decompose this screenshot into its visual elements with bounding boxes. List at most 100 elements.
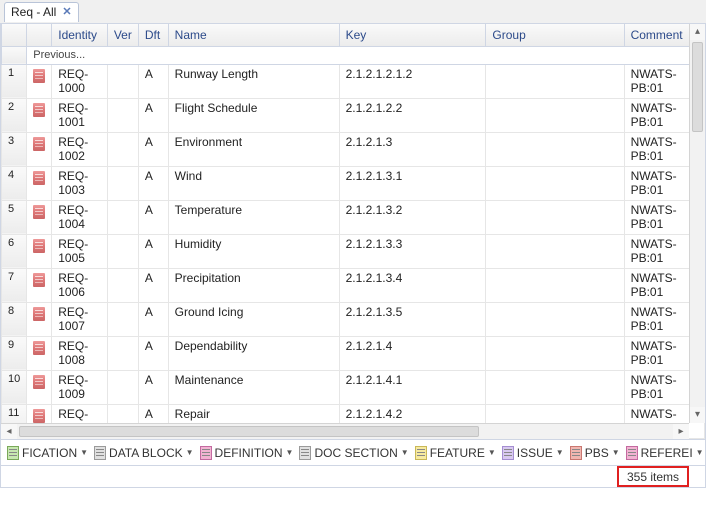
toolbar-doc-section[interactable]: DOC SECTION▼ [297, 446, 410, 460]
cell-ver [107, 302, 138, 336]
table-row[interactable]: 7REQ-1006APrecipitation2.1.2.1.3.4NWATS-… [2, 268, 705, 302]
chevron-down-icon[interactable]: ▼ [556, 448, 564, 457]
page-icon [299, 446, 311, 460]
row-icon-cell [27, 200, 52, 234]
col-name[interactable]: Name [168, 24, 339, 46]
document-icon [33, 409, 45, 423]
cell-key: 2.1.2.1.3.4 [339, 268, 486, 302]
table-row[interactable]: 1REQ-1000ARunway Length2.1.2.1.2.1.2NWAT… [2, 64, 705, 98]
cell-group [486, 302, 624, 336]
cell-dft: A [138, 268, 168, 302]
chevron-down-icon[interactable]: ▼ [488, 448, 496, 457]
row-number: 6 [2, 234, 27, 268]
scroll-thumb[interactable] [692, 42, 703, 132]
col-rownum[interactable] [2, 24, 27, 46]
chevron-down-icon[interactable]: ▼ [286, 448, 294, 457]
status-bar: 355 items [0, 466, 706, 488]
tab-label: Req - All [11, 5, 56, 19]
row-number: 1 [2, 64, 27, 98]
row-icon-cell [27, 370, 52, 404]
table-row[interactable]: 9REQ-1008ADependability2.1.2.1.4NWATS-PB… [2, 336, 705, 370]
toolbar-label: FICATION [22, 446, 77, 460]
toolbar-pbs[interactable]: PBS▼ [568, 446, 622, 460]
toolbar-data-block[interactable]: DATA BLOCK▼ [92, 446, 196, 460]
col-icon[interactable] [27, 24, 52, 46]
col-ver[interactable]: Ver [107, 24, 138, 46]
cell-identity: REQ-1004 [52, 200, 108, 234]
table-row[interactable]: 3REQ-1002AEnvironment2.1.2.1.3NWATS-PB:0… [2, 132, 705, 166]
table-row[interactable]: 5REQ-1004ATemperature2.1.2.1.3.2NWATS-PB… [2, 200, 705, 234]
table-row[interactable]: 10REQ-1009AMaintenance2.1.2.1.4.1NWATS-P… [2, 370, 705, 404]
row-number: 3 [2, 132, 27, 166]
col-identity[interactable]: Identity [52, 24, 108, 46]
col-dft[interactable]: Dft [138, 24, 168, 46]
vertical-scrollbar[interactable]: ▴ ▾ [689, 24, 705, 423]
scroll-down-icon[interactable]: ▾ [690, 407, 705, 423]
cell-group [486, 336, 624, 370]
row-icon-cell [27, 166, 52, 200]
toolbar-issue[interactable]: ISSUE▼ [500, 446, 566, 460]
horizontal-scrollbar[interactable]: ◂ ▸ [1, 423, 689, 439]
scroll-thumb-h[interactable] [19, 426, 479, 437]
cell-identity: REQ-1009 [52, 370, 108, 404]
document-icon [33, 307, 45, 321]
row-number: 10 [2, 370, 27, 404]
cell-group [486, 98, 624, 132]
cell-dft: A [138, 132, 168, 166]
table-row[interactable]: 6REQ-1005AHumidity2.1.2.1.3.3NWATS-PB:01 [2, 234, 705, 268]
previous-row[interactable]: Previous... [2, 46, 705, 64]
toolbar-feature[interactable]: FEATURE▼ [413, 446, 498, 460]
close-icon[interactable]: ✕ [62, 7, 71, 18]
cell-name: Environment [168, 132, 339, 166]
page-icon [415, 446, 427, 460]
cell-key: 2.1.2.1.3.2 [339, 200, 486, 234]
toolbar-referei[interactable]: REFEREI▼ [624, 446, 706, 460]
cell-key: 2.1.2.1.4 [339, 336, 486, 370]
page-icon [626, 446, 638, 460]
chevron-down-icon[interactable]: ▼ [186, 448, 194, 457]
document-icon [33, 375, 45, 389]
table-row[interactable]: 2REQ-1001AFlight Schedule2.1.2.1.2.2NWAT… [2, 98, 705, 132]
cell-ver [107, 234, 138, 268]
row-number: 2 [2, 98, 27, 132]
toolbar-definition[interactable]: DEFINITION▼ [198, 446, 296, 460]
toolbar-label: DATA BLOCK [109, 446, 183, 460]
cell-identity: REQ-1000 [52, 64, 108, 98]
chevron-down-icon[interactable]: ▼ [80, 448, 88, 457]
table-row[interactable]: 8REQ-1007AGround Icing2.1.2.1.3.5NWATS-P… [2, 302, 705, 336]
cell-identity: REQ-1002 [52, 132, 108, 166]
cell-key: 2.1.2.1.3 [339, 132, 486, 166]
chevron-down-icon[interactable]: ▼ [696, 448, 704, 457]
cell-name: Ground Icing [168, 302, 339, 336]
cell-name: Dependability [168, 336, 339, 370]
previous-label: Previous... [27, 46, 705, 64]
cell-identity: REQ-1003 [52, 166, 108, 200]
page-icon [7, 446, 19, 460]
scroll-right-icon[interactable]: ▸ [673, 424, 689, 439]
chevron-down-icon[interactable]: ▼ [612, 448, 620, 457]
document-icon [33, 69, 45, 83]
row-icon-cell [27, 98, 52, 132]
row-number: 5 [2, 200, 27, 234]
document-icon [33, 341, 45, 355]
table-row[interactable]: 4REQ-1003AWind2.1.2.1.3.1NWATS-PB:01 [2, 166, 705, 200]
page-icon [94, 446, 106, 460]
chevron-down-icon[interactable]: ▼ [401, 448, 409, 457]
cell-key: 2.1.2.1.3.5 [339, 302, 486, 336]
cell-ver [107, 166, 138, 200]
toolbar-label: PBS [585, 446, 609, 460]
tab-req-all[interactable]: Req - All ✕ [4, 2, 79, 22]
cell-identity: REQ-1001 [52, 98, 108, 132]
col-group[interactable]: Group [486, 24, 624, 46]
scroll-up-icon[interactable]: ▴ [690, 24, 705, 40]
col-key[interactable]: Key [339, 24, 486, 46]
scroll-left-icon[interactable]: ◂ [1, 424, 17, 439]
toolbar-fication[interactable]: FICATION▼ [5, 446, 90, 460]
row-number: 7 [2, 268, 27, 302]
header-row: Identity Ver Dft Name Key Group Comment [2, 24, 705, 46]
cell-dft: A [138, 302, 168, 336]
row-icon-cell [27, 268, 52, 302]
document-icon [33, 273, 45, 287]
document-icon [33, 137, 45, 151]
document-icon [33, 239, 45, 253]
